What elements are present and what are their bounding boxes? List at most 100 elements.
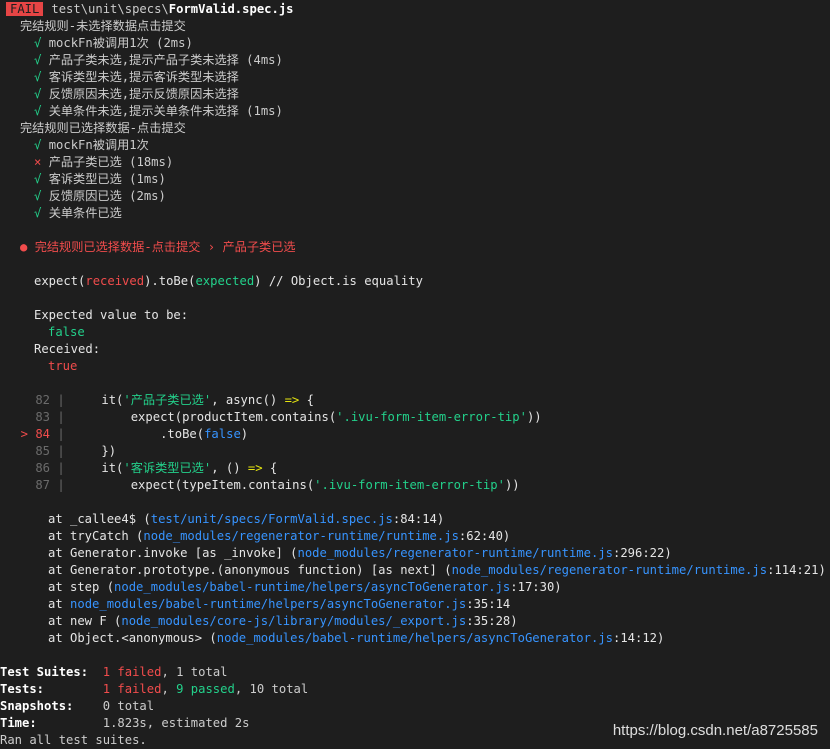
code-line: 87 | expect(typeItem.contains('.ivu-form… (0, 477, 519, 494)
code-token: => (284, 393, 300, 407)
stack-frame: at _callee4$ (test/unit/specs/FormValid.… (0, 511, 444, 528)
code-line-number: 82 (0, 392, 50, 409)
test-result-row: √ 反馈原因已选 (2ms) (0, 188, 166, 205)
summary-passed-count: 9 passed (176, 682, 235, 696)
summary-time: Time: 1.823s, estimated 2s (0, 715, 249, 732)
test-name: mockFn被调用1次 (48, 138, 149, 152)
expect-expected: expected (195, 274, 255, 288)
summary-label: Tests: (0, 682, 45, 696)
code-token: it( (101, 393, 124, 407)
code-token: , async() (211, 393, 285, 407)
stack-frame-caller: at new F ( (48, 614, 122, 628)
test-result-row: √ 关单条件未选,提示关单条件未选择 (1ms) (0, 103, 283, 120)
stack-frame-file-link[interactable]: node_modules/regenerator-runtime/runtime… (143, 529, 459, 543)
code-line: 82 | it('产品子类已选', async() => { (0, 392, 314, 409)
summary-snapshots-value: 0 total (102, 699, 155, 713)
line-number-text: 84 (35, 427, 50, 441)
stack-frame-caller: at Generator.invoke [as _invoke] ( (48, 546, 298, 560)
test-result-row: √ 客诉类型已选 (1ms) (0, 171, 166, 188)
current-line-marker-icon: > (20, 427, 36, 441)
fail-badge: FAIL (6, 2, 44, 16)
received-label: Received: (34, 342, 101, 356)
code-token: '产品子类已选' (123, 393, 212, 407)
stack-frame-file-link[interactable]: node_modules/babel-runtime/helpers/async… (70, 597, 466, 611)
code-token: '.ivu-form-item-error-tip' (336, 410, 527, 424)
suite-title: 完结规则已选择数据-点击提交 (20, 121, 186, 135)
stack-frame-position: :62:40) (458, 529, 511, 543)
pass-check-icon: √ (34, 36, 42, 50)
test-result-row: √ mockFn被调用1次 (0, 137, 149, 154)
code-gutter-separator: | (50, 461, 102, 475)
stack-frame: at Object.<anonymous> (node_modules/babe… (0, 630, 664, 647)
code-gutter-separator: | (50, 393, 102, 407)
summary-total: , 1 total (161, 665, 228, 679)
code-token: => (247, 461, 263, 475)
stack-frame-caller: at step ( (48, 580, 115, 594)
code-line: > 84 | .toBe(false) (0, 426, 249, 443)
code-gutter-separator: | (50, 478, 131, 492)
stack-frame: at step (node_modules/babel-runtime/help… (0, 579, 562, 596)
stack-frame-file-link[interactable]: node_modules/core-js/library/modules/_ex… (121, 614, 466, 628)
stack-frame: at tryCatch (node_modules/regenerator-ru… (0, 528, 510, 545)
test-name: 反馈原因已选 (2ms) (48, 189, 166, 203)
expected-label: Expected value to be: (34, 308, 189, 322)
code-token: )) (526, 410, 542, 424)
test-name: mockFn被调用1次 (2ms) (48, 36, 193, 50)
code-line-number: > 84 (0, 426, 50, 443)
test-result-row: √ 关单条件已选 (0, 205, 122, 222)
expected-value: false (48, 325, 85, 339)
test-name: 客诉类型未选,提示客诉类型未选择 (48, 70, 239, 84)
pass-check-icon: √ (34, 53, 42, 67)
code-gutter-separator: | (50, 410, 131, 424)
stack-frame: at Generator.prototype.(anonymous functi… (0, 562, 826, 579)
summary-failed-count: 1 failed (102, 682, 162, 696)
pass-check-icon: √ (34, 206, 42, 220)
pass-check-icon: √ (34, 70, 42, 84)
summary-label: Test Suites: (0, 665, 89, 679)
stack-frame-position: :114:21) (767, 563, 826, 577)
code-token: { (299, 393, 314, 407)
failure-heading: ● 完结规则已选择数据-点击提交 › 产品子类已选 (0, 239, 296, 256)
expect-prefix: expect( (34, 274, 86, 288)
stack-frame-position: :84:14) (392, 512, 445, 526)
code-token: false (204, 427, 241, 441)
test-name: 产品子类未选,提示产品子类未选择 (4ms) (48, 53, 283, 67)
summary-total: , 10 total (234, 682, 309, 696)
code-gutter-separator: | (50, 444, 102, 458)
test-name: 关单条件已选 (48, 206, 122, 220)
code-line-number: 83 (0, 409, 50, 426)
stack-frame-position: :17:30) (510, 580, 562, 594)
code-line-number: 85 (0, 443, 50, 460)
line-number-text: 82 (35, 393, 50, 407)
code-token: it( (101, 461, 124, 475)
pass-check-icon: √ (34, 172, 42, 186)
test-result-row: × 产品子类已选 (18ms) (0, 154, 173, 171)
stack-frame-caller: at Object.<anonymous> ( (48, 631, 217, 645)
stack-frame-file-link[interactable]: test/unit/specs/FormValid.spec.js (151, 512, 393, 526)
stack-frame-position: :35:14 (466, 597, 511, 611)
code-gutter-separator: | (50, 427, 161, 441)
watermark-text: https://blog.csdn.net/a8725585 (612, 722, 818, 739)
pass-check-icon: √ (34, 104, 42, 118)
stack-frame: at node_modules/babel-runtime/helpers/as… (0, 596, 510, 613)
summary-failed-count: 1 failed (102, 665, 162, 679)
code-line: 83 | expect(productItem.contains('.ivu-f… (0, 409, 542, 426)
stack-frame-file-link[interactable]: node_modules/regenerator-runtime/runtime… (297, 546, 613, 560)
stack-frame-file-link[interactable]: node_modules/regenerator-runtime/runtime… (452, 563, 768, 577)
pass-check-icon: √ (34, 189, 42, 203)
stack-frame-file-link[interactable]: node_modules/babel-runtime/helpers/async… (114, 580, 510, 594)
code-token: '客诉类型已选' (123, 461, 212, 475)
summary-label: Snapshots: (0, 699, 74, 713)
stack-frame-position: :296:22) (613, 546, 672, 560)
test-name: 产品子类已选 (18ms) (48, 155, 174, 169)
code-line: 85 | }) (0, 443, 116, 460)
stack-frame-caller: at _callee4$ ( (48, 512, 151, 526)
test-file-header: FAIL test\unit\specs\FormValid.spec.js (0, 1, 294, 18)
expect-received: received (85, 274, 145, 288)
stack-frame-file-link[interactable]: node_modules/babel-runtime/helpers/async… (217, 631, 613, 645)
test-name: 关单条件未选,提示关单条件未选择 (1ms) (48, 104, 283, 118)
test-name: 客诉类型已选 (1ms) (48, 172, 166, 186)
received-value: true (48, 359, 78, 373)
line-number-text: 87 (35, 478, 50, 492)
test-name: 反馈原因未选,提示反馈原因未选择 (48, 87, 239, 101)
